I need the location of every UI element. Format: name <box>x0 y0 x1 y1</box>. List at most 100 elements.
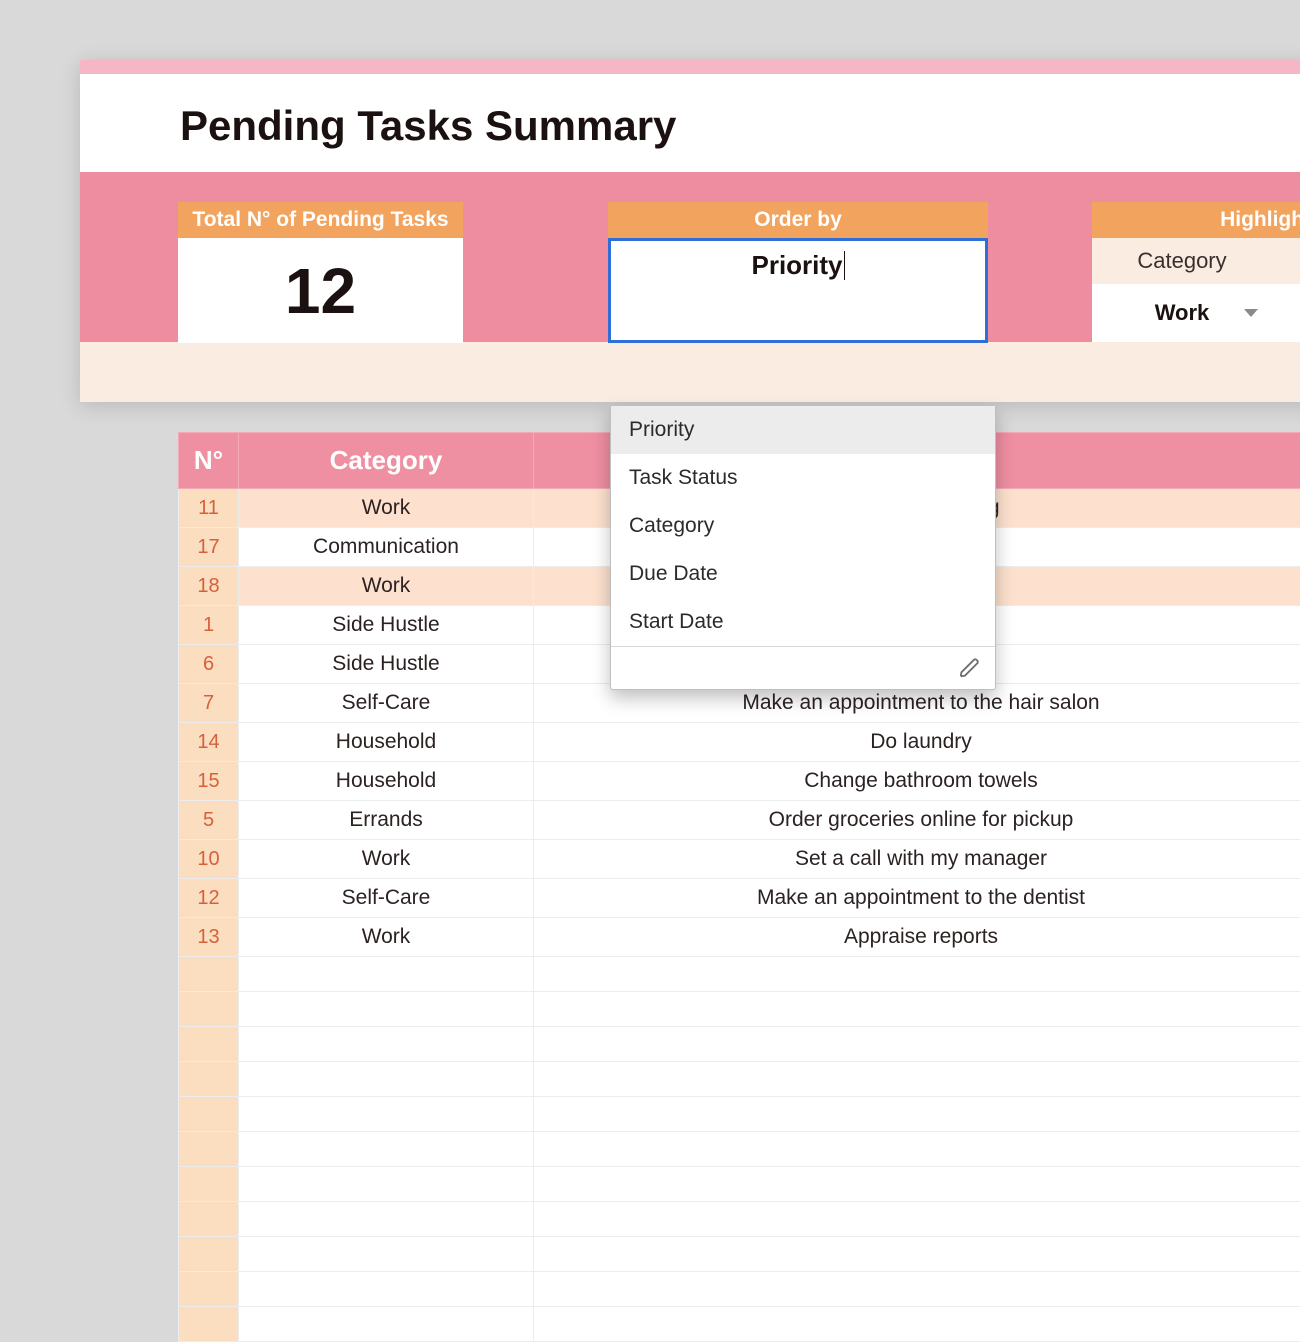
cream-band <box>80 342 1300 402</box>
cell-number[interactable]: 14 <box>179 723 239 762</box>
cell-task[interactable] <box>534 1027 1300 1062</box>
cell-category[interactable]: Side Hustle <box>239 606 534 645</box>
table-row-empty[interactable] <box>179 1202 1300 1237</box>
cell-number[interactable] <box>179 1237 239 1272</box>
cell-task[interactable] <box>534 1237 1300 1272</box>
cell-number[interactable]: 1 <box>179 606 239 645</box>
cell-number[interactable]: 6 <box>179 645 239 684</box>
cell-number[interactable]: 18 <box>179 567 239 606</box>
cell-task[interactable] <box>534 1097 1300 1132</box>
cell-number[interactable]: 5 <box>179 801 239 840</box>
cell-task[interactable] <box>534 992 1300 1027</box>
dropdown-option-due-date[interactable]: Due Date <box>611 550 995 598</box>
cell-category[interactable]: Errands <box>239 801 534 840</box>
cell-category[interactable]: Communication <box>239 528 534 567</box>
table-row[interactable]: 10WorkSet a call with my managerMediu <box>179 840 1300 879</box>
highlight-category-label: Category <box>1092 238 1272 284</box>
cell-number[interactable] <box>179 1097 239 1132</box>
cell-task[interactable] <box>534 1202 1300 1237</box>
cell-number[interactable]: 15 <box>179 762 239 801</box>
table-row-empty[interactable] <box>179 1062 1300 1097</box>
col-header-category[interactable]: Category <box>239 433 534 489</box>
highlight-filter-card: Highlight f Category Priorit Work High <box>1092 202 1300 342</box>
cell-number[interactable]: 10 <box>179 840 239 879</box>
table-row[interactable]: 13WorkAppraise reportsMediu <box>179 918 1300 957</box>
cell-category[interactable] <box>239 1027 534 1062</box>
cell-category[interactable] <box>239 1097 534 1132</box>
col-header-number[interactable]: N° <box>179 433 239 489</box>
cell-number[interactable] <box>179 1132 239 1167</box>
table-row-empty[interactable] <box>179 1307 1300 1342</box>
cell-task[interactable] <box>534 1307 1300 1342</box>
cell-number[interactable]: 7 <box>179 684 239 723</box>
order-by-cell[interactable]: Priority <box>608 238 988 343</box>
cell-category[interactable]: Work <box>239 840 534 879</box>
highlight-filter-header: Highlight f <box>1092 202 1300 238</box>
cell-task[interactable] <box>534 1062 1300 1097</box>
table-row-empty[interactable] <box>179 992 1300 1027</box>
table-row-empty[interactable] <box>179 1167 1300 1202</box>
cell-category[interactable]: Self-Care <box>239 684 534 723</box>
cell-category[interactable]: Self-Care <box>239 879 534 918</box>
cell-category[interactable]: Work <box>239 918 534 957</box>
cell-number[interactable] <box>179 1202 239 1237</box>
cell-task[interactable]: Appraise reports <box>534 918 1300 957</box>
highlight-priority-label: Priorit <box>1272 238 1300 284</box>
table-row-empty[interactable] <box>179 1272 1300 1307</box>
cell-category[interactable]: Household <box>239 723 534 762</box>
order-by-header: Order by <box>608 202 988 238</box>
cell-category[interactable] <box>239 1167 534 1202</box>
cell-category[interactable] <box>239 1062 534 1097</box>
cell-number[interactable]: 13 <box>179 918 239 957</box>
table-row-empty[interactable] <box>179 1237 1300 1272</box>
table-row-empty[interactable] <box>179 1097 1300 1132</box>
dropdown-option-priority[interactable]: Priority <box>611 406 995 454</box>
cell-number[interactable] <box>179 992 239 1027</box>
cell-category[interactable]: Work <box>239 567 534 606</box>
highlight-priority-select[interactable]: High <box>1272 284 1300 342</box>
cell-number[interactable] <box>179 1027 239 1062</box>
cell-task[interactable]: Set a call with my manager <box>534 840 1300 879</box>
cell-category[interactable] <box>239 992 534 1027</box>
table-row-empty[interactable] <box>179 1027 1300 1062</box>
cell-category[interactable] <box>239 1307 534 1342</box>
cell-category[interactable]: Work <box>239 489 534 528</box>
cell-task[interactable]: Make an appointment to the dentist <box>534 879 1300 918</box>
dropdown-option-category[interactable]: Category <box>611 502 995 550</box>
cell-number[interactable]: 17 <box>179 528 239 567</box>
cell-number[interactable] <box>179 1272 239 1307</box>
cell-task[interactable] <box>534 1132 1300 1167</box>
table-row-empty[interactable] <box>179 957 1300 992</box>
table-row[interactable]: 14HouseholdDo laundryLow <box>179 723 1300 762</box>
cell-category[interactable] <box>239 1237 534 1272</box>
cell-category[interactable] <box>239 957 534 992</box>
dropdown-option-start-date[interactable]: Start Date <box>611 598 995 646</box>
table-row[interactable]: 5ErrandsOrder groceries online for picku… <box>179 801 1300 840</box>
cell-category[interactable]: Side Hustle <box>239 645 534 684</box>
page-title: Pending Tasks Summary <box>180 102 1260 150</box>
cell-task[interactable]: Do laundry <box>534 723 1300 762</box>
cell-task[interactable]: Change bathroom towels <box>534 762 1300 801</box>
total-pending-header: Total N° of Pending Tasks <box>178 202 463 238</box>
cell-number[interactable] <box>179 1062 239 1097</box>
cell-number[interactable] <box>179 1167 239 1202</box>
cell-category[interactable]: Household <box>239 762 534 801</box>
cell-category[interactable] <box>239 1202 534 1237</box>
pencil-icon[interactable] <box>959 657 981 679</box>
cell-number[interactable]: 11 <box>179 489 239 528</box>
cell-task[interactable] <box>534 1272 1300 1307</box>
table-row[interactable]: 12Self-CareMake an appointment to the de… <box>179 879 1300 918</box>
cell-category[interactable] <box>239 1132 534 1167</box>
dropdown-option-task-status[interactable]: Task Status <box>611 454 995 502</box>
cell-number[interactable] <box>179 1307 239 1342</box>
cell-number[interactable] <box>179 957 239 992</box>
cell-task[interactable] <box>534 1167 1300 1202</box>
table-row[interactable]: 15HouseholdChange bathroom towelsLow <box>179 762 1300 801</box>
table-row-empty[interactable] <box>179 1132 1300 1167</box>
total-pending-value: 12 <box>285 254 356 328</box>
cell-task[interactable] <box>534 957 1300 992</box>
cell-task[interactable]: Order groceries online for pickup <box>534 801 1300 840</box>
cell-category[interactable] <box>239 1272 534 1307</box>
cell-number[interactable]: 12 <box>179 879 239 918</box>
highlight-category-select[interactable]: Work <box>1092 284 1272 342</box>
